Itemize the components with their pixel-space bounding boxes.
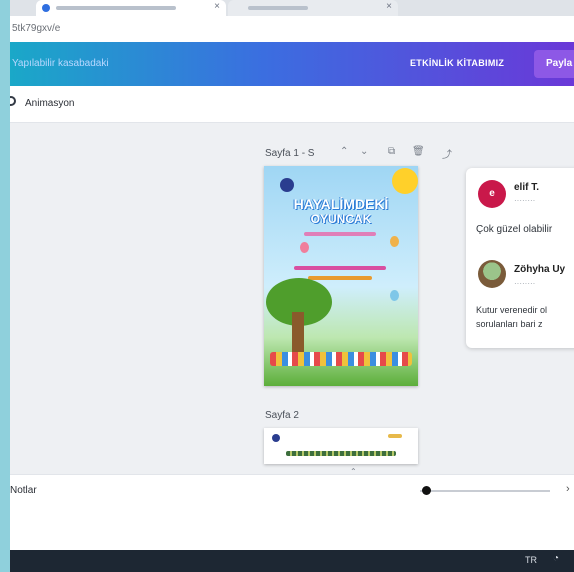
tab-favicon-icon — [42, 4, 50, 12]
os-taskbar: TR ◔ — [10, 550, 574, 572]
comments-panel: e elif T. ········ Çok güzel olabilir Zö… — [466, 168, 574, 348]
page-2-logo — [272, 434, 280, 442]
chevron-up-icon[interactable]: ⌃ — [340, 146, 348, 157]
browser-tab-active[interactable]: × — [36, 0, 226, 16]
project-link[interactable]: ETKİNLİK KİTABIMIZ — [410, 58, 504, 68]
page-2-decoration — [388, 434, 402, 438]
balloon-illustration — [390, 236, 399, 247]
balloon-illustration — [390, 290, 399, 301]
zoom-slider[interactable] — [420, 490, 550, 492]
editor-header: Yapılabilir kasabadaki ETKİNLİK KİTABIMI… — [10, 42, 574, 86]
close-tab-icon[interactable]: × — [386, 1, 392, 12]
comment-author: Zöhyha Uy — [514, 264, 566, 275]
cover-title-line-1: HAYALİMDEKİ — [293, 196, 389, 212]
animation-toolbar: Animasyon — [10, 86, 574, 123]
sun-illustration — [392, 168, 418, 194]
address-bar[interactable]: 5tk79gxv/e — [10, 16, 574, 42]
tab-title-blurred — [56, 6, 176, 10]
lower-area — [10, 506, 574, 550]
language-indicator[interactable]: TR — [525, 555, 537, 565]
share-button-label: Payla — [546, 58, 573, 69]
zoom-slider-handle[interactable] — [422, 486, 431, 495]
page-1-title[interactable]: Sayfa 1 - S — [265, 148, 314, 159]
browser-tab-strip: × × — [10, 0, 574, 16]
comment-timestamp: ········ — [514, 279, 536, 288]
cover-subtitle-blurred — [294, 266, 386, 270]
children-illustration — [270, 352, 412, 366]
cover-subtitle-blurred — [308, 276, 372, 280]
balloon-illustration — [300, 242, 309, 253]
comment-author: elif T. — [514, 182, 540, 193]
wifi-icon[interactable]: ◔ — [553, 553, 559, 564]
chevron-up-icon[interactable]: ⌃ — [350, 467, 362, 476]
comment-timestamp: ········ — [514, 196, 536, 205]
page-2-title[interactable]: Sayfa 2 — [265, 410, 299, 421]
tab-title-blurred — [248, 6, 308, 10]
cover-logo — [280, 178, 294, 192]
share-button[interactable]: Payla — [534, 50, 574, 78]
avatar: e — [478, 180, 506, 208]
page-2-heading-blurred — [286, 451, 396, 456]
bottom-bar: ⌃ Notlar › — [10, 467, 574, 507]
zoom-more-icon[interactable]: › — [566, 483, 570, 495]
cover-title-line-2: OYUNCAK — [310, 212, 372, 226]
animation-button[interactable]: Animasyon — [25, 98, 74, 109]
add-page-icon[interactable]: ⤴ — [442, 146, 452, 161]
comment-text: sorulanları bari z — [476, 319, 543, 329]
avatar-initial: e — [489, 188, 495, 199]
page-1-canvas[interactable]: HAYALİMDEKİ OYUNCAK — [264, 166, 418, 386]
avatar — [478, 260, 506, 288]
delete-page-icon[interactable]: 🗑 — [412, 146, 425, 157]
cover-subtitle-blurred — [304, 232, 376, 236]
duplicate-page-icon[interactable]: ⧉ — [388, 146, 395, 157]
comment-text: Kutur verenedir ol — [476, 305, 548, 315]
page-2-canvas[interactable] — [264, 428, 418, 464]
animation-icon[interactable] — [10, 96, 16, 106]
screen: × × 5tk79gxv/e Yapılabilir kasabadaki ET… — [10, 0, 574, 572]
url-text[interactable]: 5tk79gxv/e — [12, 23, 60, 34]
comment-text: Çok güzel olabilir — [476, 224, 553, 235]
chevron-down-icon[interactable]: ⌄ — [360, 146, 368, 157]
tree-trunk-illustration — [292, 312, 304, 354]
close-tab-icon[interactable]: × — [214, 1, 220, 12]
notes-button[interactable]: Notlar — [10, 485, 37, 496]
browser-tab-inactive[interactable]: × — [228, 0, 398, 16]
document-title[interactable]: Yapılabilir kasabadaki — [12, 58, 109, 69]
